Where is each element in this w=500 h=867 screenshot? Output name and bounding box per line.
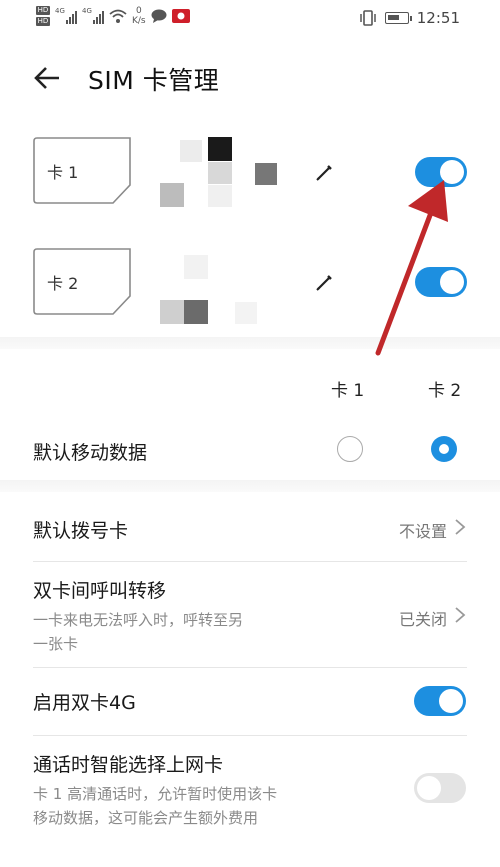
default-data-card2-radio[interactable]	[431, 436, 457, 462]
back-arrow-icon[interactable]	[32, 63, 62, 93]
sim2-toggle[interactable]	[415, 267, 467, 297]
sim-card-label: 卡 2	[47, 274, 79, 293]
smart-data-label: 通话时智能选择上网卡	[33, 754, 224, 776]
edit-pencil-icon[interactable]	[314, 161, 336, 183]
sim-card-label: 卡 1	[47, 163, 79, 182]
row-divider	[33, 735, 467, 736]
section-divider	[0, 480, 500, 492]
sim1-number-masked	[160, 135, 290, 215]
sim-card-icon: 卡 2	[33, 248, 133, 315]
status-time: 12:51	[416, 9, 460, 27]
app-header: SIM 卡管理	[0, 55, 500, 103]
sim1-toggle[interactable]	[415, 157, 467, 187]
sim2-number-masked	[160, 250, 290, 330]
dual-4g-label: 启用双卡4G	[33, 692, 136, 714]
default-dial-label[interactable]: 默认拨号卡	[33, 516, 128, 543]
call-forward-label[interactable]: 双卡间呼叫转移	[33, 576, 166, 603]
call-forward-value[interactable]: 已关闭	[399, 606, 447, 630]
row-divider	[33, 667, 467, 668]
vibrate-icon	[360, 10, 376, 26]
page-title: SIM 卡管理	[88, 66, 220, 95]
edit-pencil-icon[interactable]	[314, 271, 336, 293]
column-header-card2: 卡 2	[428, 381, 462, 401]
smart-data-toggle[interactable]	[414, 773, 466, 803]
section-divider	[0, 337, 500, 349]
sim-card-icon: 卡 1	[33, 137, 133, 204]
default-data-card1-radio[interactable]	[337, 436, 363, 462]
wifi-icon	[109, 9, 127, 23]
sim2-signal-icon: 4G	[82, 7, 104, 24]
sim1-signal-icon: 4G	[55, 7, 77, 24]
chevron-right-icon[interactable]	[454, 606, 466, 624]
column-header-card1: 卡 1	[331, 381, 365, 401]
network-speed: 0 K/s	[132, 6, 146, 26]
sim-row-1: 卡 1	[0, 135, 500, 225]
smart-data-desc: 卡 1 高清通话时，允许暂时使用该卡 移动数据，这可能会产生额外费用	[33, 785, 278, 827]
call-forward-desc: 一卡来电无法呼入时，呼转至另 一张卡	[33, 611, 244, 653]
annotation-arrow-icon	[375, 180, 448, 356]
dual-4g-toggle[interactable]	[414, 686, 466, 716]
battery-icon	[384, 12, 412, 24]
default-data-label: 默认移动数据	[33, 442, 148, 464]
hd-voice-icon: HD HD	[36, 6, 50, 26]
default-dial-value[interactable]: 不设置	[399, 518, 447, 542]
chevron-right-icon[interactable]	[454, 518, 466, 536]
row-divider	[33, 561, 467, 562]
sim-row-2: 卡 2	[0, 245, 500, 335]
huawei-logo-icon	[171, 9, 190, 23]
status-bar: HD HD 4G 4G 0 K/s 12:51	[0, 0, 500, 38]
message-icon	[151, 9, 167, 23]
